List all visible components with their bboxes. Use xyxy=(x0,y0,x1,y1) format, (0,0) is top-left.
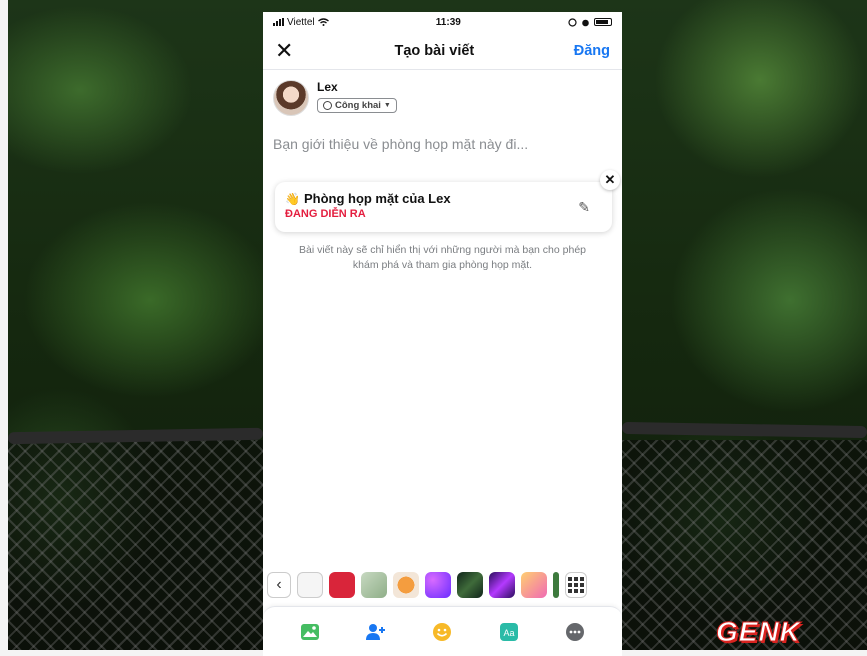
grid-icon[interactable] xyxy=(565,572,587,598)
alarm-icon xyxy=(582,19,589,26)
feeling-icon[interactable] xyxy=(430,620,454,644)
privacy-label: Công khai xyxy=(335,100,381,111)
phone-screen: Viettel 11:39 ✕ Tạo bài viết Đăng Lex Cô… xyxy=(263,12,622,656)
swatch-violet-gradient[interactable] xyxy=(489,572,515,598)
bridge-netting-left xyxy=(8,440,263,656)
room-title-row: 👋 Phòng họp mặt của Lex xyxy=(285,191,602,206)
tag-people-icon[interactable] xyxy=(364,620,388,644)
globe-icon xyxy=(323,101,332,110)
swatch-red[interactable] xyxy=(329,572,355,598)
room-card[interactable]: 👋 Phòng họp mặt của Lex ĐANG DIỄN RA ✎ xyxy=(275,182,612,232)
carrier-label: Viettel xyxy=(287,16,315,28)
genk-watermark-logo: GENK xyxy=(716,616,801,648)
swatch-dark-leaf[interactable] xyxy=(457,572,483,598)
visibility-notice: Bài viết này sẽ chỉ hiển thị với những n… xyxy=(299,244,586,271)
edit-pencil-icon[interactable]: ✎ xyxy=(578,199,590,216)
background-picker: ‹ xyxy=(263,570,622,600)
signal-icon xyxy=(273,18,284,26)
swatch-pink-orange[interactable] xyxy=(521,572,547,598)
page-title: Tạo bài viết xyxy=(394,42,475,59)
chevron-left-icon[interactable]: ‹ xyxy=(267,572,291,598)
post-button[interactable]: Đăng xyxy=(574,43,610,59)
author-row: Lex Công khai ▼ xyxy=(263,70,622,116)
room-title: Phòng họp mặt của Lex xyxy=(303,191,451,206)
remove-room-button[interactable]: ✕ xyxy=(600,170,620,190)
swatch-green-edge[interactable] xyxy=(553,572,559,598)
text-style-icon[interactable]: Aa xyxy=(497,620,521,644)
status-bar: Viettel 11:39 xyxy=(263,12,622,32)
frame-left xyxy=(0,0,8,656)
swatch-illustration[interactable] xyxy=(361,572,387,598)
battery-icon xyxy=(594,18,612,26)
wifi-icon xyxy=(317,18,329,26)
more-icon[interactable] xyxy=(563,620,587,644)
status-right xyxy=(568,17,612,27)
avatar[interactable] xyxy=(273,80,309,116)
author-info: Lex Công khai ▼ xyxy=(317,80,397,115)
waving-hand-icon: 👋 xyxy=(285,191,300,206)
author-name: Lex xyxy=(317,80,338,94)
header-bar: ✕ Tạo bài viết Đăng xyxy=(263,32,622,70)
privacy-selector[interactable]: Công khai ▼ xyxy=(317,98,397,113)
rotation-lock-icon xyxy=(568,17,577,27)
clock: 11:39 xyxy=(435,16,461,28)
swatch-white[interactable] xyxy=(297,572,323,598)
caret-down-icon: ▼ xyxy=(383,102,391,109)
bottom-toolbar: Aa xyxy=(263,606,622,656)
svg-text:Aa: Aa xyxy=(503,628,514,638)
composer-input[interactable]: Bạn giới thiệu về phòng họp mặt này đi..… xyxy=(263,116,622,164)
close-icon[interactable]: ✕ xyxy=(275,39,295,62)
room-status: ĐANG DIỄN RA xyxy=(285,208,366,220)
swatch-orange[interactable] xyxy=(393,572,419,598)
swatch-purple-gradient[interactable] xyxy=(425,572,451,598)
status-left: Viettel xyxy=(273,17,329,28)
photo-icon[interactable] xyxy=(298,620,322,644)
